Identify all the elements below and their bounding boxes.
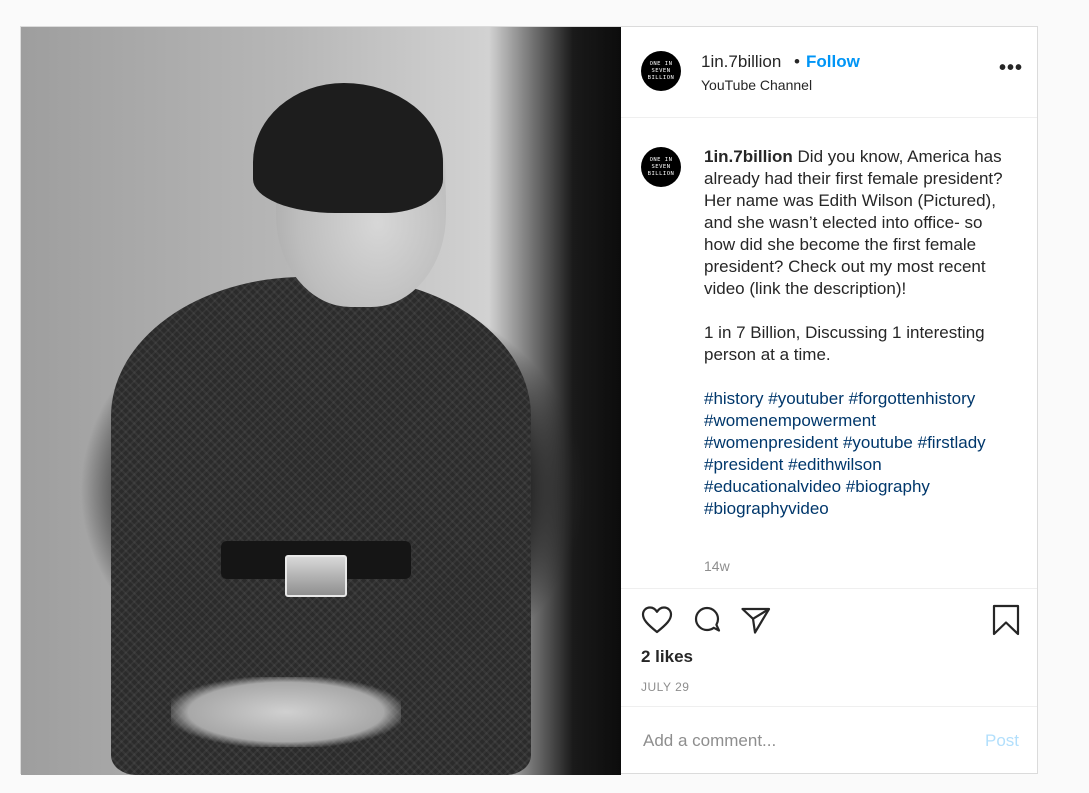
photo-buckle: [285, 555, 347, 597]
comment-input[interactable]: [641, 725, 965, 757]
hashtag-link[interactable]: #firstlady: [918, 433, 986, 452]
comment-icon[interactable]: [691, 605, 723, 642]
caption-area: ONE IN SEVEN BILLION 1in.7billion Did yo…: [621, 118, 1037, 588]
hashtag-link[interactable]: #youtuber: [768, 389, 844, 408]
username-link[interactable]: 1in.7billion: [701, 52, 781, 72]
more-options-icon[interactable]: •••: [999, 58, 1023, 78]
caption-username[interactable]: 1in.7billion: [704, 147, 793, 166]
hashtag-link[interactable]: #womenpresident: [704, 433, 838, 452]
account-subtitle: YouTube Channel: [701, 77, 813, 93]
caption-text-2: 1 in 7 Billion, Discussing 1 interesting…: [704, 323, 985, 364]
post-photo[interactable]: [21, 27, 621, 775]
avatar-text-line-3: BILLION: [647, 74, 675, 81]
hashtag-link[interactable]: #youtube: [843, 433, 913, 452]
hashtag-link[interactable]: #biography: [846, 477, 930, 496]
share-icon[interactable]: [740, 605, 772, 640]
post-sidebar: ONE IN SEVEN BILLION 1in.7billion • Foll…: [621, 27, 1037, 773]
post-header: ONE IN SEVEN BILLION 1in.7billion • Foll…: [621, 27, 1037, 118]
hashtag-list: #history #youtuber #forgottenhistory #wo…: [704, 388, 1014, 520]
caption-text: Did you know, America has already had th…: [704, 147, 1003, 298]
post-comment-button[interactable]: Post: [985, 731, 1019, 751]
avatar-text-line-2: SEVEN: [651, 67, 671, 74]
caption: 1in.7billion Did you know, America has a…: [704, 146, 1014, 520]
caption-avatar[interactable]: ONE IN SEVEN BILLION: [641, 147, 681, 187]
hashtag-link[interactable]: #history: [704, 389, 764, 408]
hashtag-link[interactable]: #womenempowerment: [704, 411, 876, 430]
bookmark-icon[interactable]: [991, 603, 1021, 642]
avatar[interactable]: ONE IN SEVEN BILLION: [641, 51, 681, 91]
likes-count[interactable]: 2 likes: [641, 647, 693, 667]
action-bar: 2 likes JULY 29: [621, 588, 1037, 707]
hashtag-link[interactable]: #educationalvideo: [704, 477, 841, 496]
photo-figure-hair: [253, 83, 443, 213]
follow-button[interactable]: Follow: [806, 52, 860, 72]
post-age[interactable]: 14w: [704, 558, 730, 574]
avatar-text-line-2: SEVEN: [651, 163, 671, 170]
photo-hands: [171, 677, 401, 747]
avatar-text-line-1: ONE IN: [649, 156, 673, 163]
post-date[interactable]: JULY 29: [641, 680, 689, 694]
hashtag-link[interactable]: #edithwilson: [788, 455, 882, 474]
hashtag-link[interactable]: #president: [704, 455, 783, 474]
heart-icon[interactable]: [641, 605, 673, 640]
hashtag-link[interactable]: #forgottenhistory: [849, 389, 976, 408]
separator-dot: •: [794, 52, 800, 71]
post-card: ONE IN SEVEN BILLION 1in.7billion • Foll…: [20, 26, 1038, 775]
comment-box: Post: [621, 706, 1037, 774]
avatar-text-line-3: BILLION: [647, 170, 675, 177]
avatar-text-line-1: ONE IN: [649, 60, 673, 67]
hashtag-link[interactable]: #biographyvideo: [704, 499, 829, 518]
